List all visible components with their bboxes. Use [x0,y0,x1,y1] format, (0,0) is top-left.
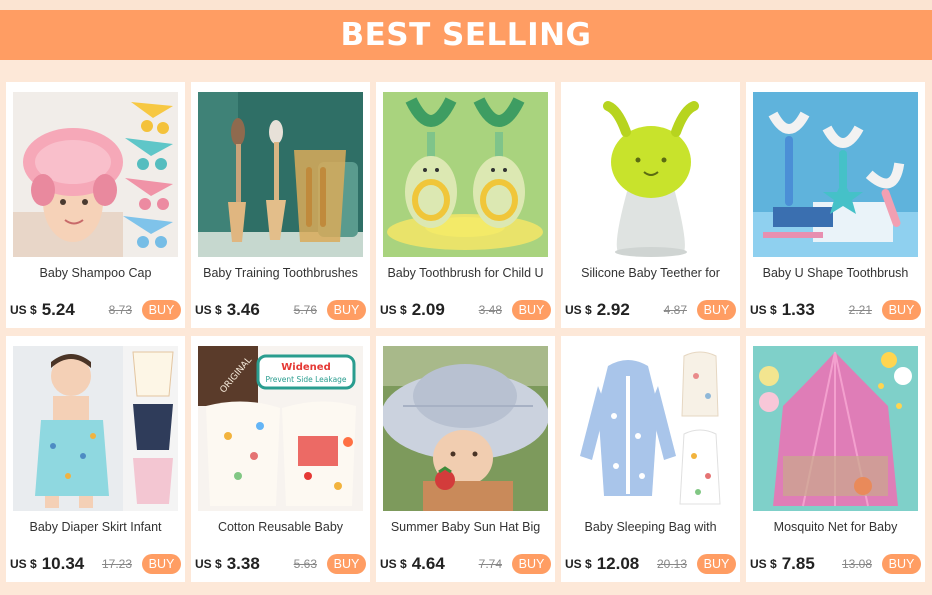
current-price: 10.34 [41,554,85,573]
currency-label: US $ [195,557,222,571]
product-title[interactable]: Cotton Reusable Baby [197,520,364,538]
product-title[interactable]: Mosquito Net for Baby [752,520,919,538]
product-title[interactable]: Baby Sleeping Bag with [567,520,734,538]
title-overflow [760,283,911,287]
title-overflow [575,537,726,541]
currency-label: US $ [195,303,222,317]
product-title[interactable]: Silicone Baby Teether for [567,266,734,284]
product-title[interactable]: Summer Baby Sun Hat Big [382,520,549,538]
product-image[interactable] [568,92,733,257]
current-price: 3.46 [226,300,260,319]
product-title[interactable]: Baby Diaper Skirt Infant [12,520,179,538]
product-image[interactable] [753,346,918,511]
currency-label: US $ [565,303,592,317]
current-price: 5.24 [41,300,75,319]
original-price: 13.08 [841,557,872,571]
title-overflow [390,537,541,541]
buy-button[interactable]: BUY [512,554,551,574]
price-row: US $ 7.85 13.08 BUY [750,552,921,576]
product-image[interactable] [383,92,548,257]
current-price: 2.92 [596,300,630,319]
product-card[interactable]: Summer Baby Sun Hat Big US $ 4.64 7.74 B… [376,336,555,582]
currency-label: US $ [380,303,407,317]
product-card[interactable]: Baby Toothbrush for Child U US $ 2.09 3.… [376,82,555,328]
buy-button[interactable]: BUY [882,300,921,320]
buy-button[interactable]: BUY [327,300,366,320]
price-row: US $ 4.64 7.74 BUY [380,552,551,576]
title-overflow [760,537,911,541]
currency-label: US $ [750,557,777,571]
product-card[interactable]: ORIGINAL Widened Prevent Side Leakage Co… [191,336,370,582]
original-price: 5.63 [293,557,317,571]
currency-label: US $ [380,557,407,571]
product-card[interactable]: Baby Diaper Skirt Infant US $ 10.34 17.2… [6,336,185,582]
current-price: 7.85 [781,554,815,573]
original-price: 7.74 [478,557,502,571]
buy-button[interactable]: BUY [512,300,551,320]
product-card[interactable]: Silicone Baby Teether for US $ 2.92 4.87… [561,82,740,328]
product-title[interactable]: Baby U Shape Toothbrush [752,266,919,284]
product-image[interactable] [13,346,178,511]
current-price: 4.64 [411,554,445,573]
product-image[interactable] [753,92,918,257]
product-image[interactable] [198,92,363,257]
currency-label: US $ [750,303,777,317]
current-price: 12.08 [596,554,640,573]
currency-label: US $ [565,557,592,571]
currency-label: US $ [10,303,37,317]
buy-button[interactable]: BUY [882,554,921,574]
price-row: US $ 2.92 4.87 BUY [565,298,736,322]
original-price: 17.23 [101,557,132,571]
price-row: US $ 1.33 2.21 BUY [750,298,921,322]
badge-subtitle-text: Prevent Side Leakage [265,375,346,384]
original-price: 5.76 [293,303,317,317]
product-card[interactable]: Baby Shampoo Cap US $ 5.24 8.73 BUY [6,82,185,328]
original-price: 3.48 [478,303,502,317]
badge-title-text: Widened [281,362,330,373]
product-image[interactable] [383,346,548,511]
current-price: 2.09 [411,300,445,319]
title-overflow [390,283,541,287]
price-row: US $ 10.34 17.23 BUY [10,552,181,576]
price-row: US $ 12.08 20.13 BUY [565,552,736,576]
original-price: 4.87 [663,303,687,317]
product-card[interactable]: Baby U Shape Toothbrush US $ 1.33 2.21 B… [746,82,925,328]
title-overflow [20,283,171,287]
product-title[interactable]: Baby Toothbrush for Child U [382,266,549,284]
title-overflow [205,537,356,541]
product-card[interactable]: Mosquito Net for Baby US $ 7.85 13.08 BU… [746,336,925,582]
current-price: 1.33 [781,300,815,319]
product-card[interactable]: Baby Training Toothbrushes US $ 3.46 5.7… [191,82,370,328]
product-image[interactable] [13,92,178,257]
product-image[interactable]: ORIGINAL Widened Prevent Side Leakage [198,346,363,511]
buy-button[interactable]: BUY [697,300,736,320]
product-title[interactable]: Baby Shampoo Cap [12,266,179,284]
product-grid: Baby Shampoo Cap US $ 5.24 8.73 BUY Baby… [6,82,925,582]
best-selling-banner: BEST SELLING [0,10,932,60]
original-price: 20.13 [656,557,687,571]
product-card[interactable]: Baby Sleeping Bag with US $ 12.08 20.13 … [561,336,740,582]
top-strip [0,0,932,10]
product-image[interactable] [568,346,733,511]
buy-button[interactable]: BUY [142,300,181,320]
product-title[interactable]: Baby Training Toothbrushes [197,266,364,284]
current-price: 3.38 [226,554,260,573]
buy-button[interactable]: BUY [142,554,181,574]
title-overflow [575,283,726,287]
currency-label: US $ [10,557,37,571]
banner-title: BEST SELLING [340,17,592,53]
title-overflow [20,537,171,541]
price-row: US $ 3.38 5.63 BUY [195,552,366,576]
buy-button[interactable]: BUY [327,554,366,574]
price-row: US $ 5.24 8.73 BUY [10,298,181,322]
title-overflow [205,283,356,287]
buy-button[interactable]: BUY [697,554,736,574]
price-row: US $ 3.46 5.76 BUY [195,298,366,322]
price-row: US $ 2.09 3.48 BUY [380,298,551,322]
original-price: 2.21 [848,303,872,317]
original-price: 8.73 [108,303,132,317]
